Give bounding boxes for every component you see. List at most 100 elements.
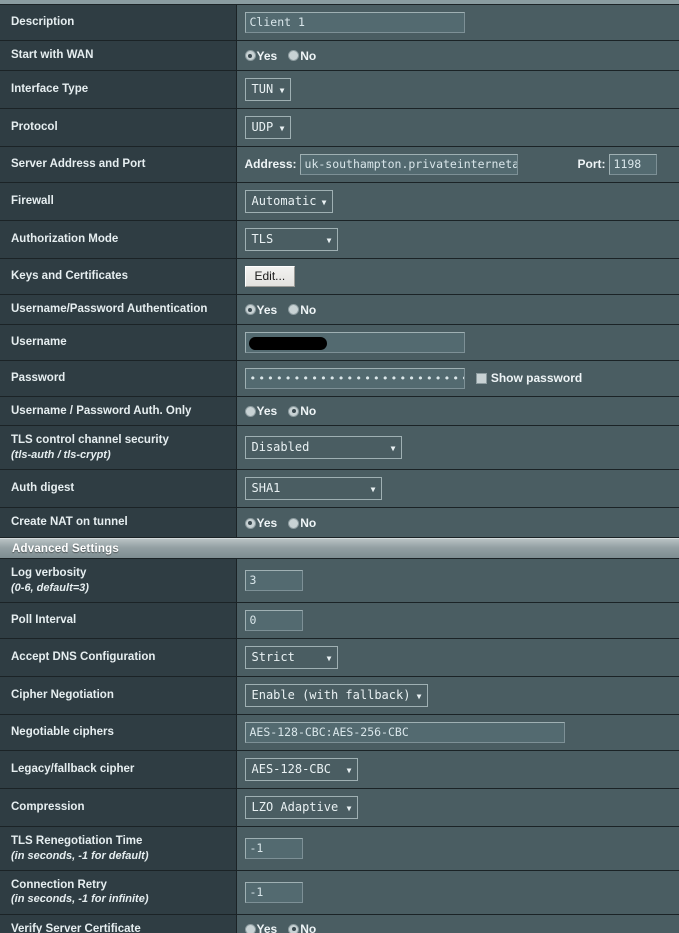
log-verbosity-input[interactable]: 3 (244, 570, 303, 591)
label-connection-retry-sub: (in seconds, -1 for infinite) (11, 893, 149, 906)
label-tls-control-sub: (tls-auth / tls-crypt) (11, 449, 111, 462)
label-compression: Compression (0, 788, 237, 827)
label-keys-and-certificates: Keys and Certificates (0, 258, 237, 295)
row-accept-dns-configuration: Accept DNS Configuration Strict (0, 638, 679, 677)
start-with-wan-yes-radio[interactable] (244, 50, 256, 62)
negotiable-ciphers-input[interactable]: AES-128-CBC:AES-256-CBC (244, 721, 565, 743)
userpass-only-no-label: No (300, 404, 317, 419)
value-keys-and-certificates: Edit... (236, 258, 679, 295)
row-verify-server-certificate: Verify Server Certificate Yes No (0, 914, 679, 933)
row-interface-type: Interface Type TUN (0, 70, 679, 109)
create-nat-no-radio[interactable] (288, 517, 300, 529)
verify-server-cert-yes-radio[interactable] (244, 923, 256, 933)
row-connection-retry: Connection Retry (in seconds, -1 for inf… (0, 870, 679, 915)
row-firewall: Firewall Automatic (0, 182, 679, 221)
protocol-select[interactable]: UDP (244, 115, 291, 140)
cipher-negotiation-select[interactable]: Enable (with fallback) (244, 683, 428, 708)
userpass-only-no-radio[interactable] (288, 405, 300, 417)
label-poll-interval: Poll Interval (0, 602, 237, 639)
value-authorization-mode: TLS (236, 220, 679, 259)
verify-server-cert-no-radio[interactable] (288, 923, 300, 933)
openvpn-settings-table: Description Client 1 Start with WAN Yes N… (0, 5, 679, 933)
row-username-password-authentication: Username/Password Authentication Yes No (0, 294, 679, 325)
row-start-with-wan: Start with WAN Yes No (0, 40, 679, 71)
row-username-password-auth-only: Username / Password Auth. Only Yes No (0, 396, 679, 427)
edit-keys-button[interactable]: Edit... (244, 265, 296, 287)
value-create-nat-on-tunnel: Yes No (236, 507, 679, 539)
row-keys-and-certificates: Keys and Certificates Edit... (0, 258, 679, 295)
value-start-with-wan: Yes No (236, 40, 679, 71)
label-create-nat-on-tunnel: Create NAT on tunnel (0, 507, 237, 539)
value-negotiable-ciphers: AES-128-CBC:AES-256-CBC (236, 714, 679, 751)
label-tls-renegotiation-sub: (in seconds, -1 for default) (11, 849, 149, 862)
label-description: Description (0, 5, 237, 41)
label-connection-retry: Connection Retry (in seconds, -1 for inf… (0, 870, 237, 915)
auth-digest-select[interactable]: SHA1 (244, 477, 382, 501)
start-with-wan-no-radio[interactable] (288, 50, 300, 62)
label-log-verbosity-sub: (0-6, default=3) (11, 581, 89, 594)
row-auth-digest: Auth digest SHA1 (0, 469, 679, 509)
value-protocol: UDP (236, 108, 679, 147)
connection-retry-input[interactable]: -1 (244, 881, 303, 903)
server-address-input[interactable]: uk-southampton.privateinternetacc (299, 153, 518, 175)
row-description: Description Client 1 (0, 5, 679, 41)
tls-control-channel-select[interactable]: Disabled (244, 436, 402, 460)
create-nat-yes-radio[interactable] (244, 517, 256, 529)
value-tls-control-channel-security: Disabled (236, 425, 679, 471)
value-log-verbosity: 3 (236, 558, 679, 603)
password-masked-text: •••••••••••••••••••••••••• (249, 371, 465, 385)
authorization-mode-select[interactable]: TLS (244, 227, 338, 252)
label-auth-digest: Auth digest (0, 469, 237, 509)
row-username: Username (0, 324, 679, 361)
userpass-auth-no-label: No (300, 302, 317, 317)
show-password-checkbox[interactable] (475, 372, 487, 384)
label-tls-renegotiation-time: TLS Renegotiation Time (in seconds, -1 f… (0, 826, 237, 871)
row-tls-control-channel-security: TLS control channel security (tls-auth /… (0, 425, 679, 471)
start-with-wan-no-label: No (300, 48, 317, 63)
accept-dns-select[interactable]: Strict (244, 645, 338, 670)
value-server-address-port: Address: uk-southampton.privateinternetac… (236, 146, 679, 183)
advanced-settings-title: Advanced Settings (12, 542, 119, 555)
advanced-settings-bar: Advanced Settings (0, 538, 679, 559)
value-username (236, 324, 679, 361)
compression-select[interactable]: LZO Adaptive (244, 795, 358, 820)
value-verify-server-certificate: Yes No (236, 914, 679, 933)
value-password: •••••••••••••••••••••••••• Show password (236, 360, 679, 397)
row-advanced-settings-header: Advanced Settings (0, 537, 679, 560)
tls-renegotiation-input[interactable]: -1 (244, 837, 303, 859)
verify-server-cert-yes-label: Yes (256, 922, 278, 933)
value-cipher-negotiation: Enable (with fallback) (236, 676, 679, 715)
label-start-with-wan: Start with WAN (0, 40, 237, 71)
label-tls-control-channel-security: TLS control channel security (tls-auth /… (0, 425, 237, 471)
interface-type-select[interactable]: TUN (244, 77, 291, 102)
userpass-only-yes-label: Yes (256, 404, 278, 419)
label-connection-retry-main: Connection Retry (11, 878, 107, 891)
row-legacy-fallback-cipher: Legacy/fallback cipher AES-128-CBC (0, 750, 679, 789)
label-accept-dns-configuration: Accept DNS Configuration (0, 638, 237, 677)
row-compression: Compression LZO Adaptive (0, 788, 679, 827)
description-input[interactable]: Client 1 (244, 12, 465, 33)
legacy-cipher-select[interactable]: AES-128-CBC (244, 757, 358, 782)
value-auth-digest: SHA1 (236, 469, 679, 509)
poll-interval-input[interactable]: 0 (244, 609, 303, 631)
row-poll-interval: Poll Interval 0 (0, 602, 679, 639)
label-legacy-fallback-cipher: Legacy/fallback cipher (0, 750, 237, 789)
userpass-auth-yes-radio[interactable] (244, 304, 256, 316)
label-username-password-auth-only: Username / Password Auth. Only (0, 396, 237, 427)
start-with-wan-yes-label: Yes (256, 48, 278, 63)
row-server-address-port: Server Address and Port Address: uk-south… (0, 146, 679, 183)
label-username-password-authentication: Username/Password Authentication (0, 294, 237, 325)
server-port-input[interactable]: 1198 (608, 153, 657, 175)
create-nat-yes-label: Yes (256, 516, 278, 531)
userpass-only-yes-radio[interactable] (244, 405, 256, 417)
value-tls-renegotiation-time: -1 (236, 826, 679, 871)
userpass-auth-no-radio[interactable] (288, 304, 300, 316)
firewall-select[interactable]: Automatic (244, 189, 333, 214)
label-cipher-negotiation: Cipher Negotiation (0, 676, 237, 715)
value-username-password-authentication: Yes No (236, 294, 679, 325)
port-label: Port: (577, 157, 606, 172)
row-password: Password •••••••••••••••••••••••••• Show… (0, 360, 679, 397)
password-input[interactable]: •••••••••••••••••••••••••• (244, 367, 465, 389)
username-input[interactable] (244, 331, 465, 353)
label-verify-server-certificate: Verify Server Certificate (0, 914, 237, 933)
